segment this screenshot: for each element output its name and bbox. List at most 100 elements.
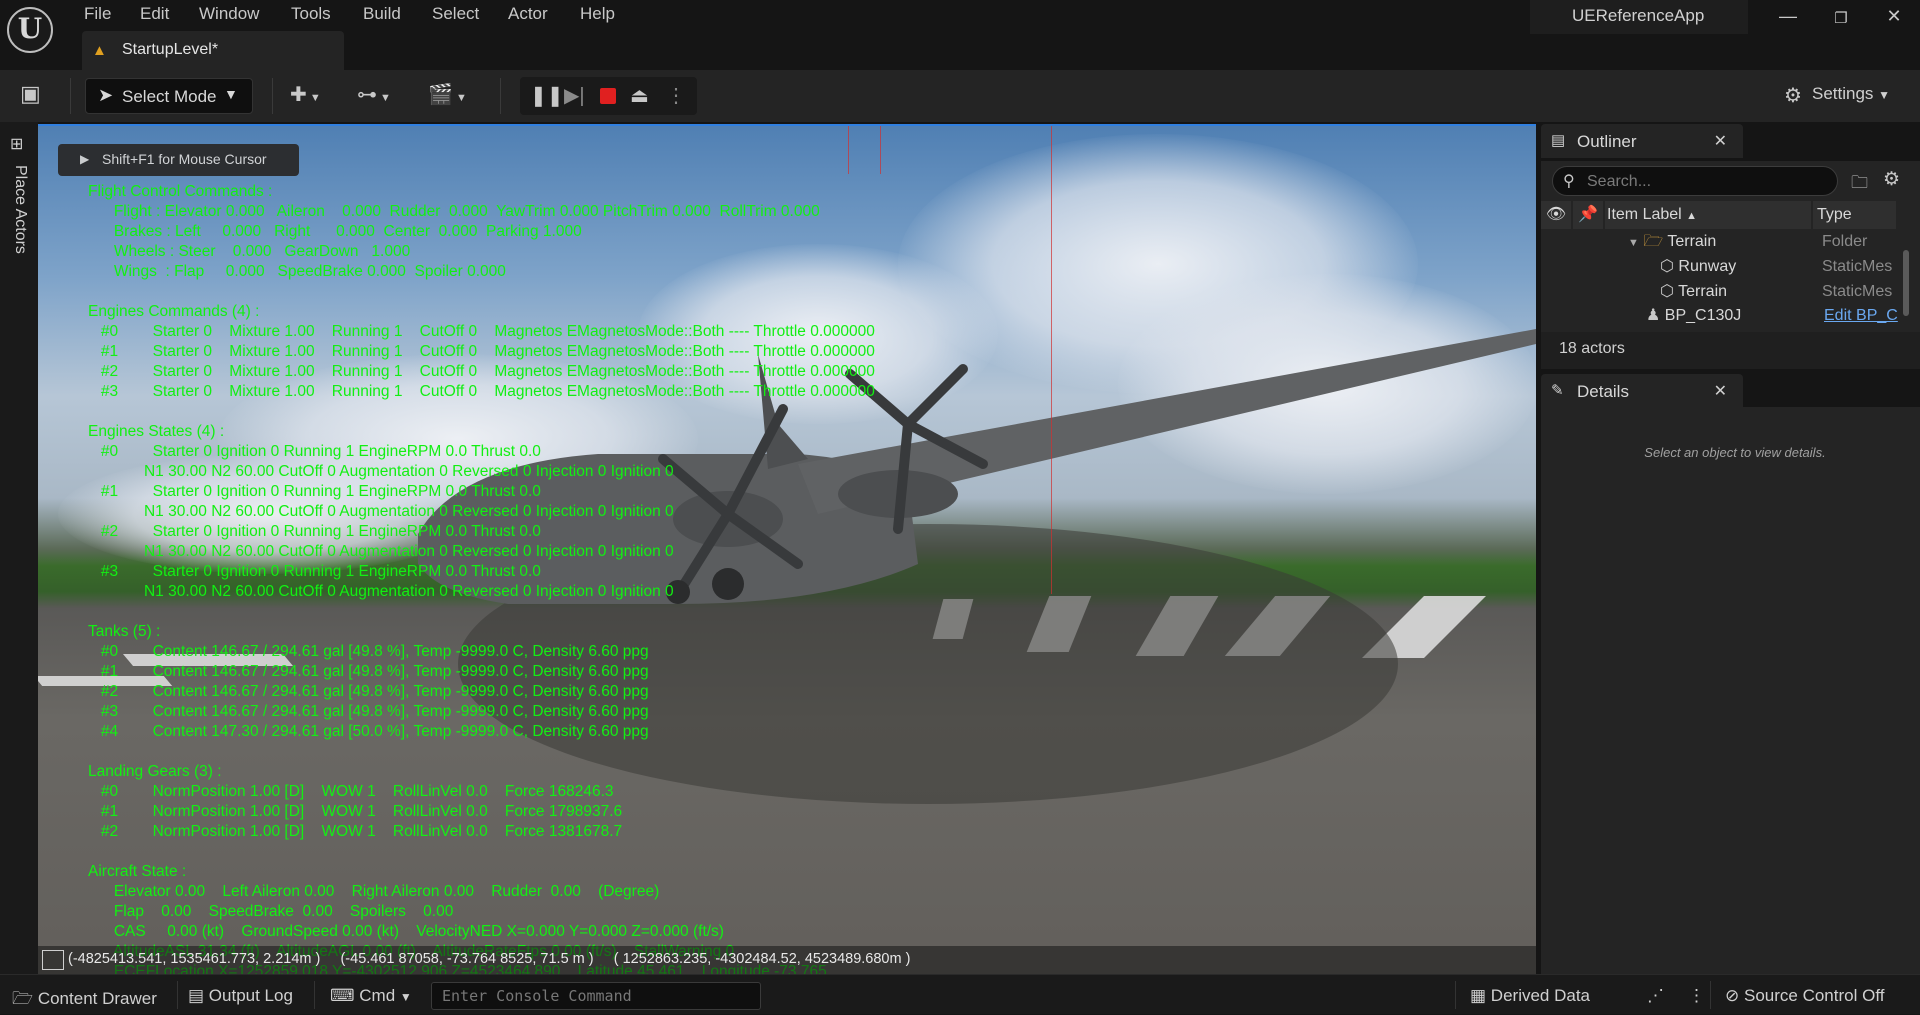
restore-icon[interactable]: ❐ [1826,9,1856,27]
status-bar: 🗁 Content Drawer ▤ Output Log ⌨ Cmd ▼ ▦ … [0,974,1920,1014]
content-drawer-button[interactable]: 🗁 Content Drawer [12,986,157,1015]
close-outliner-icon[interactable]: ✕ [1714,131,1727,151]
source-control-button[interactable]: ⊘ Source Control Off [1725,986,1884,1006]
row-label: BP_C130J [1664,307,1742,324]
debug-line-text: Flight Control Commands : [88,183,273,200]
viewport-focus-border [38,124,1536,126]
pin-icon: 📌 [1578,206,1598,223]
debug-line-text: Brakes : Left 0.000 Right 0.000 Center 0… [88,223,582,240]
debug-line-text: Flight : Elevator 0.000 Aileron 0.000 Ru… [88,203,820,220]
grid-icon [42,950,64,970]
debug-line-text: #2 Starter 0 Mixture 1.00 Running 1 CutO… [88,363,875,380]
details-title: Details [1577,382,1629,401]
debug-line-text: Landing Gears (3) : [88,763,222,780]
menu-actor[interactable]: Actor [508,2,548,26]
menu-window[interactable]: Window [199,2,259,26]
settings-button[interactable]: Settings ▼ [1812,84,1890,104]
search-input[interactable] [1587,171,1827,193]
menu-select[interactable]: Select [432,2,479,26]
level-warning-icon: ▲ [92,42,107,59]
source-control-label: Source Control Off [1743,986,1885,1005]
add-folder-icon[interactable]: 🗀 [1851,170,1868,199]
cursor-icon: ▶ [80,152,90,166]
unreal-logo-icon[interactable]: U [7,7,53,53]
debug-line-text: #2 Content 146.67 / 294.61 gal [49.8 %],… [88,683,649,700]
derived-data-button[interactable]: ▦ Derived Data [1470,986,1590,1006]
outliner-search[interactable]: ⚲ [1552,166,1838,196]
tree-row-terrain-mesh[interactable]: ⬡ Terrain [1660,279,1727,304]
details-panel [1541,407,1920,974]
place-actors-icon[interactable]: ⊞ [10,134,23,154]
tree-row-bp-c130j[interactable]: ♟ BP_C130J [1646,303,1741,328]
edit-blueprint-link[interactable]: Edit BP_C [1824,303,1898,328]
save-icon[interactable]: ▣ [20,81,41,107]
debug-line-text: #4 Content 147.30 / 294.61 gal [50.0 %],… [88,723,649,740]
debug-line-text: CAS 0.00 (kt) GroundSpeed 0.00 (kt) Velo… [88,923,724,940]
visibility-column[interactable]: 👁 [1541,201,1571,229]
gear-icon[interactable]: ⚙ [1883,168,1900,191]
more-options-icon[interactable]: ⋮ [666,83,686,108]
debug-line-text: #0 Starter 0 Mixture 1.00 Running 1 CutO… [88,323,875,340]
level-viewport[interactable]: ▶ Shift+F1 for Mouse Cursor Flight Contr… [38,124,1536,974]
menu-edit[interactable]: Edit [140,2,169,26]
minimize-icon[interactable]: — [1773,6,1803,27]
console-command-input[interactable] [431,982,761,1010]
output-log-label: Output Log [208,986,293,1005]
menu-tools[interactable]: Tools [291,2,331,26]
eye-icon: 👁 [1545,206,1567,223]
debug-line-text: N1 30.00 N2 60.00 CutOff 0 Augmentation … [88,503,674,520]
select-mode-dropdown[interactable]: ➤ Select Mode ▼ [85,78,253,114]
close-details-icon[interactable]: ✕ [1714,381,1727,401]
eject-icon[interactable]: ⏏ [630,83,649,108]
outliner-scrollbar[interactable] [1903,250,1909,316]
type-header[interactable]: Type [1813,201,1896,229]
frame-skip-icon[interactable]: ▶| [564,83,585,108]
more-options-icon[interactable]: ⋮ [1688,986,1705,1006]
debug-line-text: #3 Starter 0 Mixture 1.00 Running 1 CutO… [88,383,875,400]
folder-icon: 🗁 [1643,233,1664,250]
pin-column[interactable]: 📌 [1573,201,1603,229]
debug-line-text: #0 NormPosition 1.00 [D] WOW 1 RollLinVe… [88,783,614,800]
cinematics-icon[interactable]: 🎬 ▼ [428,82,467,107]
add-actor-icon[interactable]: ✚ ▼ [290,82,321,107]
tab-outliner[interactable]: ▤ Outliner ✕ [1541,124,1743,158]
row-label: Terrain [1678,283,1728,300]
menu-help[interactable]: Help [580,2,615,26]
debug-line-text: #0 Starter 0 Ignition 0 Running 1 Engine… [88,443,541,460]
blueprint-icon[interactable]: ⊶ ▼ [357,82,391,107]
sort-asc-icon: ▲ [1686,210,1698,222]
debug-line-text: #2 NormPosition 1.00 [D] WOW 1 RollLinVe… [88,823,623,840]
debug-line [848,124,849,174]
console-icon: ⌨ [330,986,355,1005]
chevron-down-icon: ▼ [399,990,412,1004]
stop-icon[interactable] [600,88,616,104]
debug-line-text: Wings : Flap 0.000 SpeedBrake 0.000 Spoi… [88,263,506,280]
tab-details[interactable]: ✎ Details ✕ [1541,374,1743,408]
row-type: StaticMes [1822,283,1893,300]
main-toolbar: ▣ ➤ Select Mode ▼ ✚ ▼ ⊶ ▼ 🎬 ▼ ❚❚ ▶| ⏏ ⋮ … [0,70,1920,122]
tree-row-runway[interactable]: ⬡ Runway [1660,254,1736,279]
debug-line-text: N1 30.00 N2 60.00 CutOff 0 Augmentation … [88,543,674,560]
level-tab-label: StartupLevel* [122,41,219,58]
outliner-title: Outliner [1577,132,1637,151]
output-log-button[interactable]: ▤ Output Log [188,986,293,1006]
chevron-down-icon: ▼ [224,86,238,102]
item-label-header[interactable]: Item Label ▲ [1605,201,1811,229]
tree-row-terrain-folder[interactable]: ▼ 🗁 Terrain [1628,229,1716,254]
level-tab[interactable]: ▲ StartupLevel* [82,31,344,70]
debug-line-text: #3 Starter 0 Ignition 0 Running 1 Engine… [88,563,541,580]
cmd-dropdown[interactable]: ⌨ Cmd ▼ [330,986,412,1006]
debug-line-text: Flap 0.00 SpeedBrake 0.00 Spoilers 0.00 [88,903,454,920]
menu-file[interactable]: File [84,2,111,26]
menu-build[interactable]: Build [363,2,401,26]
pause-icon[interactable]: ❚❚ [530,83,564,108]
network-icon[interactable]: ⋰ [1647,986,1664,1006]
row-label: Terrain [1667,233,1717,250]
row-label: Runway [1678,258,1737,275]
gear-icon[interactable]: ⚙ [1784,83,1802,108]
close-icon[interactable]: ✕ [1879,6,1909,27]
place-actors-tab[interactable]: Place Actors [7,165,31,275]
source-control-off-icon: ⊘ [1725,986,1740,1005]
outliner-icon: ▤ [1551,132,1566,149]
debug-line [880,124,881,174]
